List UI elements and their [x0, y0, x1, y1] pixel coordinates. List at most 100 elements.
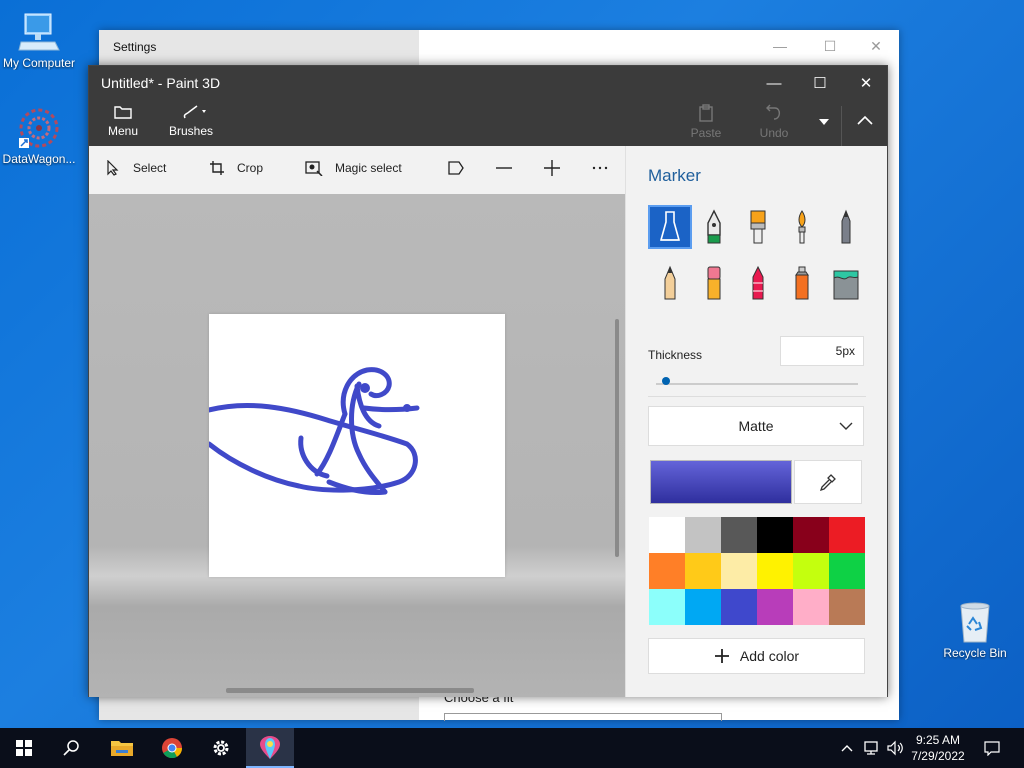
calligraphy-pen-brush[interactable]	[694, 207, 734, 247]
finish-value: Matte	[738, 418, 774, 434]
taskbar-chrome[interactable]	[148, 728, 196, 768]
desktop-icon-recycle-bin[interactable]: Recycle Bin	[933, 600, 1017, 660]
gear-icon	[213, 740, 229, 756]
maximize-button[interactable]: ☐	[797, 70, 843, 98]
sticker-tool[interactable]	[447, 160, 465, 176]
add-color-button[interactable]: Add color	[648, 638, 865, 674]
fill-bucket-icon	[833, 270, 859, 300]
color-swatch[interactable]	[649, 589, 685, 625]
color-swatch[interactable]	[793, 553, 829, 589]
spray-can-brush[interactable]	[782, 263, 822, 303]
zoom-in-button[interactable]	[543, 160, 561, 176]
select-tool[interactable]: Select	[105, 160, 166, 176]
pixel-pen-brush[interactable]	[826, 207, 866, 247]
windows-logo-icon	[16, 740, 32, 756]
fit-dropdown[interactable]	[444, 713, 722, 721]
plus-icon	[714, 649, 729, 663]
zoom-out-button[interactable]	[495, 160, 513, 176]
watercolor-brush[interactable]	[782, 207, 822, 247]
color-swatch[interactable]	[685, 517, 721, 553]
collapse-toolbar-button[interactable]	[841, 106, 887, 146]
desktop-icon-label: Recycle Bin	[943, 646, 1007, 660]
ellipsis-icon	[592, 166, 608, 170]
spray-can-icon	[795, 266, 809, 300]
plus-icon	[544, 160, 560, 176]
finish-dropdown[interactable]: Matte	[648, 406, 864, 446]
taskbar-clock[interactable]: 9:25 AM 7/29/2022	[905, 732, 971, 764]
magic-select-tool[interactable]: Magic select	[305, 160, 402, 176]
start-button[interactable]	[0, 728, 48, 768]
crayon-icon	[752, 265, 764, 300]
close-button[interactable]: ✕	[861, 36, 891, 56]
network-button[interactable]	[860, 728, 884, 768]
color-swatch[interactable]	[793, 589, 829, 625]
eraser-icon	[707, 266, 721, 300]
oil-brush-icon	[750, 210, 766, 244]
crayon-brush[interactable]	[738, 263, 778, 303]
workspace	[89, 194, 625, 697]
eraser-brush[interactable]	[694, 263, 734, 303]
color-swatch[interactable]	[721, 517, 757, 553]
color-swatch[interactable]	[685, 553, 721, 589]
close-button[interactable]: ✕	[843, 70, 889, 98]
taskbar: 9:25 AM 7/29/2022	[0, 728, 1024, 768]
brushes-button[interactable]: Brushes	[161, 104, 221, 138]
volume-button[interactable]	[884, 728, 906, 768]
color-swatch[interactable]	[685, 589, 721, 625]
desktop-icon-my-computer[interactable]: My Computer	[0, 10, 81, 70]
search-icon	[63, 740, 79, 756]
color-swatch[interactable]	[757, 517, 793, 553]
thickness-input[interactable]: 5px	[780, 336, 864, 366]
color-swatch[interactable]	[757, 589, 793, 625]
notification-icon	[984, 741, 1000, 756]
color-swatch[interactable]	[757, 553, 793, 589]
folder-icon	[111, 741, 133, 756]
color-swatch[interactable]	[829, 553, 865, 589]
minimize-button[interactable]: —	[751, 70, 797, 98]
maximize-button[interactable]: ☐	[815, 36, 845, 56]
action-center-button[interactable]	[976, 728, 1008, 768]
add-color-label: Add color	[739, 648, 800, 664]
oil-brush[interactable]	[738, 207, 778, 247]
color-swatch[interactable]	[829, 517, 865, 553]
undo-button[interactable]: Undo	[744, 104, 804, 140]
horizontal-scrollbar[interactable]	[226, 688, 474, 693]
color-swatch[interactable]	[829, 589, 865, 625]
thickness-slider[interactable]	[656, 383, 858, 385]
crop-tool[interactable]: Crop	[209, 160, 263, 176]
show-hidden-icons-button[interactable]	[838, 728, 856, 768]
search-button[interactable]	[48, 728, 96, 768]
menu-button[interactable]: Menu	[93, 104, 153, 138]
chevron-up-icon	[856, 115, 873, 125]
eyedropper-button[interactable]	[794, 460, 862, 504]
pixel-pen-icon	[841, 209, 851, 244]
sticker-icon	[448, 161, 464, 175]
fill-brush[interactable]	[826, 263, 866, 303]
desktop-icon-label: DataWagon...	[2, 152, 76, 166]
current-color-swatch[interactable]	[650, 460, 792, 504]
marker-brush[interactable]	[648, 205, 692, 249]
taskbar-paint3d[interactable]	[246, 728, 294, 768]
marker-drawing	[206, 367, 420, 495]
minimize-button[interactable]: —	[765, 36, 795, 56]
magic-select-icon	[305, 161, 323, 176]
pencil-brush[interactable]	[650, 263, 690, 303]
taskbar-file-explorer[interactable]	[98, 728, 146, 768]
chevron-down-icon	[839, 407, 853, 459]
desktop-icon-datawagon[interactable]: DataWagon...	[0, 106, 81, 166]
color-swatch[interactable]	[649, 517, 685, 553]
taskbar-settings[interactable]	[197, 728, 245, 768]
paste-button[interactable]: Paste	[676, 104, 736, 140]
color-swatch[interactable]	[793, 517, 829, 553]
minus-icon	[496, 167, 512, 169]
cursor-icon	[107, 160, 119, 176]
color-swatch[interactable]	[721, 589, 757, 625]
color-palette	[649, 517, 865, 625]
more-options-button[interactable]	[591, 160, 609, 176]
clock-time: 9:25 AM	[915, 733, 961, 747]
drawing-canvas[interactable]	[206, 314, 505, 577]
vertical-scrollbar[interactable]	[615, 319, 619, 557]
color-swatch[interactable]	[649, 553, 685, 589]
paint3d-icon	[260, 736, 280, 759]
color-swatch[interactable]	[721, 553, 757, 589]
